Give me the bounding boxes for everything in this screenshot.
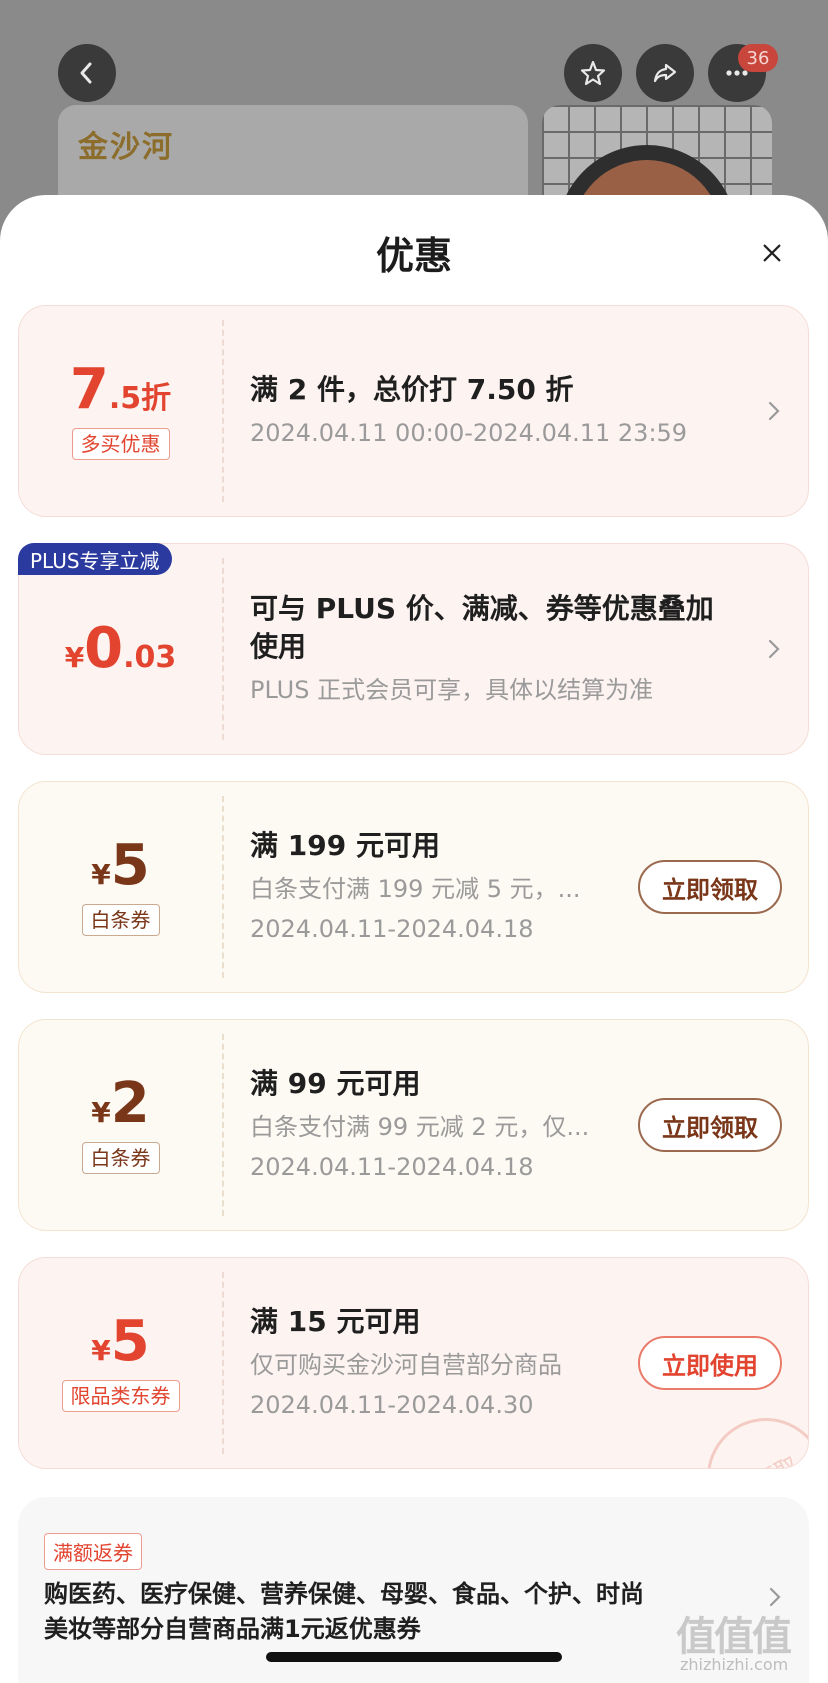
promo-card-multibuy[interactable]: 7.5折 多买优惠 满 2 件，总价打 7.50 折 2024.04.11 00… (18, 305, 809, 517)
chevron-right-icon (768, 639, 780, 659)
coupon-type-tag: 限品类东券 (61, 1380, 180, 1412)
coupon-amount: ¥2 (91, 1071, 150, 1136)
chevron-right-icon (768, 401, 780, 421)
promo-note: PLUS 正式会员可享，具体以结算为准 (250, 675, 654, 704)
coupon-card-baitiao-5: ¥5 白条券 满 199 元可用 白条支付满 199 元减 5 元，... 20… (18, 781, 809, 993)
coupon-type-tag: 白条券 (81, 904, 160, 936)
promo-type-tag: 多买优惠 (71, 428, 170, 460)
coupon-description: 白条支付满 199 元减 5 元，... (250, 874, 581, 903)
discount-amount: 7.5折 (69, 357, 172, 422)
coupon-validity: 2024.04.11-2024.04.18 (250, 914, 534, 943)
close-button[interactable] (754, 235, 790, 271)
claimed-stamp: 已领取 (686, 1397, 808, 1468)
favorite-button[interactable] (564, 44, 622, 102)
plus-exclusive-badge: PLUS专享立减 (18, 543, 172, 575)
promo-title: 满 2 件，总价打 7.50 折 (250, 373, 574, 407)
close-icon (763, 244, 781, 262)
back-button[interactable] (58, 44, 116, 102)
home-indicator[interactable] (266, 1652, 562, 1662)
watermark-logo: 值值值 (676, 1614, 792, 1660)
rebate-tag: 满额返券 (44, 1533, 142, 1570)
promo-period: 2024.04.11 00:00-2024.04.11 23:59 (250, 418, 688, 447)
coupon-description: 仅可购买金沙河自营部分商品 (250, 1350, 562, 1379)
coupon-validity: 2024.04.11-2024.04.18 (250, 1152, 534, 1181)
star-icon (580, 60, 606, 86)
share-button[interactable] (636, 44, 694, 102)
use-coupon-button[interactable]: 立即使用 (638, 1336, 782, 1390)
claim-coupon-button[interactable]: 立即领取 (638, 1098, 782, 1152)
discount-amount: ¥0.03 (64, 616, 177, 681)
brand-logo-text: 金沙河 (78, 130, 174, 165)
coupon-amount: ¥5 (91, 1309, 150, 1374)
coupon-condition: 满 99 元可用 (250, 1067, 421, 1101)
rebate-description: 购医药、医疗保健、营养保健、母婴、食品、个护、时尚美妆等部分自营商品满1元返优惠… (44, 1580, 644, 1643)
claim-coupon-button[interactable]: 立即领取 (638, 860, 782, 914)
coupon-validity: 2024.04.11-2024.04.30 (250, 1390, 534, 1419)
coupon-condition: 满 199 元可用 (250, 829, 440, 863)
coupon-amount: ¥5 (91, 833, 150, 898)
coupon-condition: 满 15 元可用 (250, 1305, 421, 1339)
coupon-card-baitiao-2: ¥2 白条券 满 99 元可用 白条支付满 99 元减 2 元，仅... 202… (18, 1019, 809, 1231)
coupon-type-tag: 白条券 (81, 1142, 160, 1174)
sheet-title: 优惠 (375, 234, 452, 278)
watermark-url: zhizhizhi.com (680, 1655, 789, 1674)
promo-title: 可与 PLUS 价、满减、券等优惠叠加 使用 (250, 592, 714, 663)
coupon-description: 白条支付满 99 元减 2 元，仅... (250, 1112, 590, 1141)
share-arrow-icon (653, 63, 677, 83)
coupon-card-category: 已领取 ¥5 限品类东券 满 15 元可用 仅可购买金沙河自营部分商品 2024… (18, 1257, 809, 1469)
chevron-left-icon (80, 62, 92, 84)
notification-badge: 36 (738, 44, 778, 72)
